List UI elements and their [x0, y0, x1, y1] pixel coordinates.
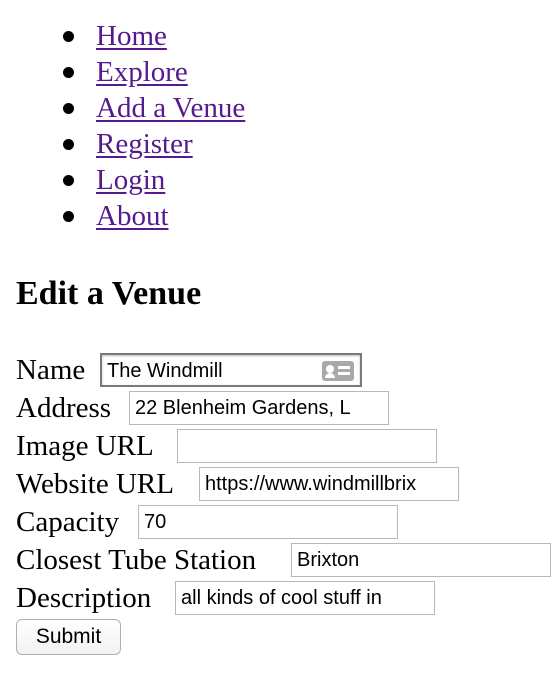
name-field-box — [100, 353, 362, 387]
description-field-box — [175, 581, 435, 615]
submit-button[interactable]: Submit — [16, 619, 121, 655]
website-url-field-box — [199, 467, 459, 501]
nav-link-home[interactable]: Home — [96, 18, 167, 54]
contact-card-icon[interactable] — [322, 361, 354, 381]
nav-link-add-venue[interactable]: Add a Venue — [96, 90, 245, 126]
address-field-box — [129, 391, 389, 425]
closest-tube-label: Closest Tube Station — [16, 544, 257, 576]
nav-link-explore[interactable]: Explore — [96, 54, 188, 90]
website-url-input[interactable] — [200, 468, 458, 500]
bullet-icon — [63, 175, 74, 186]
capacity-input[interactable] — [139, 506, 397, 538]
image-url-input[interactable] — [178, 430, 436, 462]
bullet-icon — [63, 103, 74, 114]
closest-tube-input[interactable] — [292, 544, 550, 576]
name-input[interactable] — [102, 355, 312, 385]
closest-tube-field-box — [291, 543, 551, 577]
description-input[interactable] — [176, 582, 434, 614]
address-label: Address — [16, 392, 112, 424]
bullet-icon — [63, 139, 74, 150]
capacity-label: Capacity — [16, 506, 120, 538]
nav-link-about[interactable]: About — [96, 198, 169, 234]
description-label: Description — [16, 582, 152, 614]
image-url-label: Image URL — [16, 430, 154, 462]
bullet-icon — [63, 67, 74, 78]
page-title: Edit a Venue — [16, 275, 202, 312]
website-url-label: Website URL — [16, 468, 174, 500]
capacity-field-box — [138, 505, 398, 539]
bullet-icon — [63, 31, 74, 42]
bullet-icon — [63, 211, 74, 222]
nav-link-login[interactable]: Login — [96, 162, 165, 198]
name-label: Name — [16, 354, 86, 386]
image-url-field-box — [177, 429, 437, 463]
nav-link-register[interactable]: Register — [96, 126, 193, 162]
address-input[interactable] — [130, 392, 388, 424]
